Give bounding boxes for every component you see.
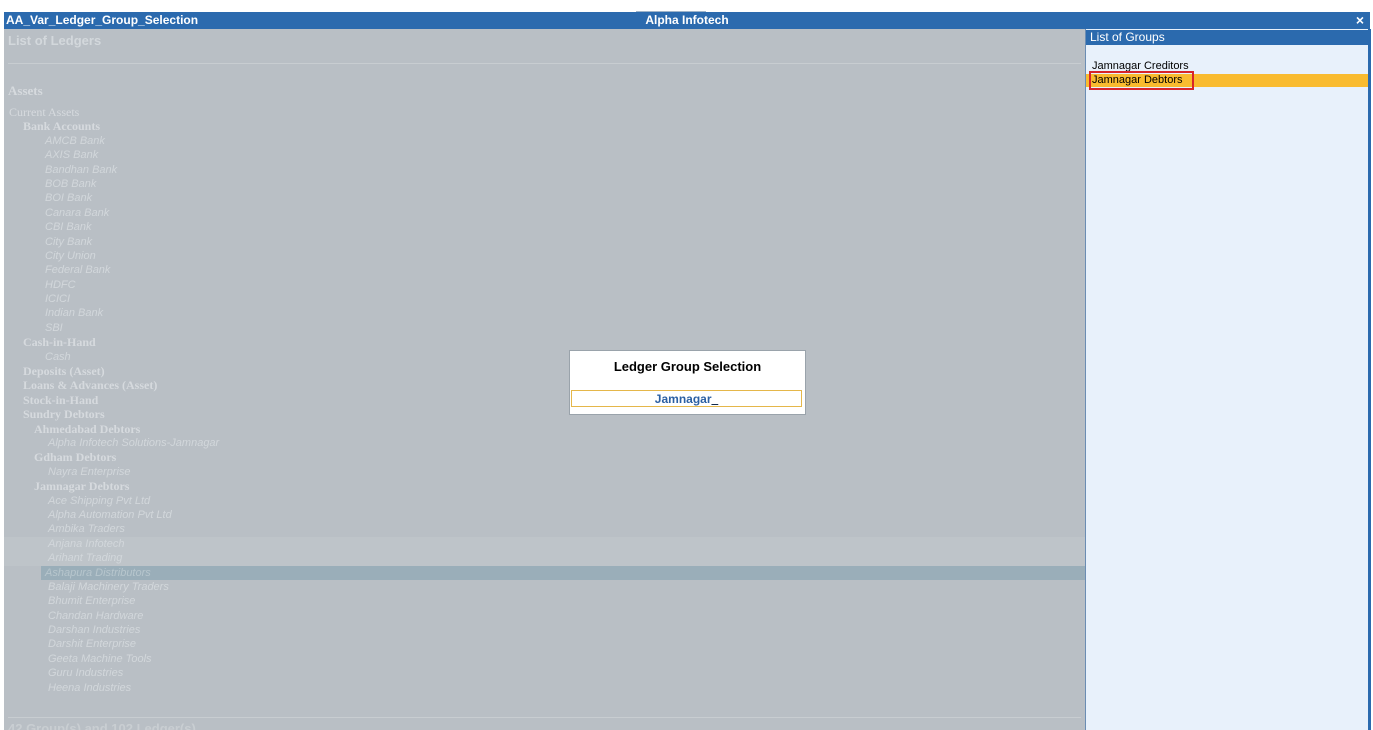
- group-row: Deposits (Asset): [23, 364, 105, 379]
- ledger-row: Cash: [45, 350, 71, 363]
- group-search-input[interactable]: Jamnagar_: [571, 390, 802, 407]
- company-name: Alpha Infotech: [645, 13, 729, 27]
- dialog-title: Ledger Group Selection: [613, 359, 762, 374]
- ledger-row: Alpha Infotech Solutions-Jamnagar: [48, 436, 220, 449]
- close-icon[interactable]: ×: [1356, 12, 1364, 28]
- ledger-row: Chandan Hardware: [48, 609, 144, 622]
- ledger-row: Indian Bank: [45, 307, 104, 320]
- ledger-row: Nayra Enterprise: [48, 465, 131, 478]
- ledger-row: Federal Bank: [45, 264, 111, 277]
- group-row: Sundry Debtors: [23, 407, 105, 422]
- tally-window: AA_Var_Ledger_Group_Selection Alpha Info…: [0, 0, 1373, 730]
- group-row: Bank Accounts: [23, 119, 101, 134]
- panel-header: List of Groups: [1086, 30, 1368, 45]
- ledger-row: BOB Bank: [45, 177, 97, 190]
- list-of-groups-panel: List of Groups Jamnagar Creditors Jamnag…: [1085, 29, 1371, 730]
- ledger-row: Darshit Enterprise: [48, 638, 137, 651]
- ledger-row: Geeta Machine Tools: [48, 652, 152, 665]
- ledger-row: Ashapura Distributors: [41, 565, 1085, 580]
- ledger-row: Bhumit Enterprise: [48, 595, 136, 608]
- ledger-row: Ambika Traders: [48, 523, 125, 536]
- ledger-row: Ace Shipping Pvt Ltd: [48, 494, 151, 507]
- group-row: Ahmedabad Debtors: [34, 421, 141, 436]
- ledger-row: ICICI: [45, 293, 71, 306]
- group-item-label: Jamnagar Creditors: [1092, 60, 1189, 72]
- group-row: Loans & Advances (Asset): [23, 378, 158, 393]
- ledger-row: Balaji Machinery Traders: [48, 580, 169, 593]
- section-heading: Assets: [8, 83, 43, 98]
- ledger-list-background: List of Ledgers Assets Current Assets Ban…: [4, 29, 1085, 730]
- list-header: List of Ledgers: [8, 33, 102, 48]
- ledger-row: Guru Industries: [48, 667, 124, 680]
- ledger-row: City Union: [45, 249, 96, 262]
- ledger-row: SBI: [45, 321, 63, 334]
- ledger-row: AMCB Bank: [45, 134, 105, 147]
- ledger-row: Alpha Automation Pvt Ltd: [48, 508, 172, 521]
- ledger-row: Canara Bank: [45, 206, 110, 219]
- ledger-row: CBI Bank: [45, 221, 92, 234]
- ledger-row: Darshan Industries: [48, 624, 141, 637]
- group-item-label: Jamnagar Debtors: [1089, 71, 1194, 90]
- text-cursor: _: [711, 392, 719, 406]
- ledger-row: City Bank: [45, 235, 93, 248]
- ledger-row: Arihant Trading: [4, 551, 1085, 566]
- ledger-row: Anjana Infotech: [4, 536, 1085, 552]
- ledger-row: Bandhan Bank: [45, 163, 118, 176]
- group-row: Stock-in-Hand: [23, 392, 99, 407]
- ledger-row: Heena Industries: [48, 681, 132, 694]
- ledger-row: BOI Bank: [45, 192, 93, 205]
- group-row: Gdham Debtors: [34, 450, 117, 465]
- list-footer: 42 Group(s) and 102 Ledger(s): [8, 721, 196, 730]
- group-row: Current Assets: [9, 105, 80, 119]
- ledger-group-selection-dialog: Ledger Group Selection Jamnagar_: [569, 350, 806, 415]
- title-bar: AA_Var_Ledger_Group_Selection Alpha Info…: [4, 12, 1370, 29]
- header-divider: [8, 63, 1081, 64]
- group-search-value: Jamnagar: [654, 392, 712, 406]
- group-row: Jamnagar Debtors: [34, 479, 130, 494]
- group-item-jamnagar-creditors[interactable]: Jamnagar Creditors: [1086, 60, 1368, 73]
- ledger-row: HDFC: [45, 278, 76, 291]
- ledger-tree: Current Assets Bank Accounts AMCB Bank AXIS…: [4, 105, 1085, 695]
- group-row: Cash-in-Hand: [23, 335, 96, 350]
- ledger-row: AXIS Bank: [45, 149, 99, 162]
- footer-divider: [8, 717, 1081, 718]
- group-item-jamnagar-debtors[interactable]: Jamnagar Debtors: [1086, 71, 1368, 90]
